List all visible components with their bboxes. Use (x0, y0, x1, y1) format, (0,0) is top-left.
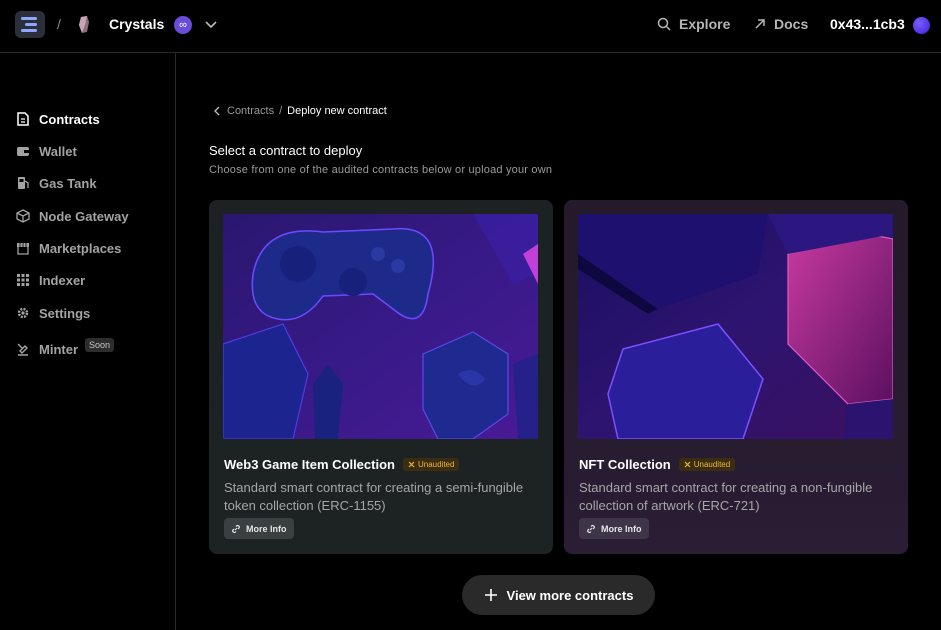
contract-card[interactable]: NFT Collection Unaudited Standard smart … (564, 200, 908, 554)
more-info-label: More Info (601, 523, 642, 534)
sidebar-item-marketplaces[interactable]: Marketplaces (16, 239, 121, 257)
page-subtitle: Choose from one of the audited contracts… (209, 164, 553, 176)
sidebar-item-gas-tank[interactable]: Gas Tank (16, 174, 97, 192)
close-icon (684, 461, 691, 468)
card-description: Standard smart contract for creating a n… (579, 480, 873, 513)
explore-label: Explore (679, 16, 731, 32)
wallet-address[interactable]: 0x43...1cb3 (830, 16, 905, 32)
plus-icon (484, 589, 497, 601)
sidebar-item-minter[interactable]: Minter Soon (16, 338, 115, 358)
breadcrumb-separator: / (57, 16, 61, 32)
account-avatar[interactable] (913, 17, 930, 34)
page-title: Select a contract to deploy (209, 143, 363, 158)
card-title: NFT Collection (579, 457, 671, 472)
contract-card[interactable]: Web3 Game Item Collection Unaudited Stan… (209, 200, 553, 554)
breadcrumb-current: Deploy new contract (287, 105, 387, 117)
breadcrumb-separator: / (279, 105, 283, 117)
unaudited-badge: Unaudited (678, 458, 736, 471)
view-more-label: View more contracts (506, 587, 634, 603)
breadcrumb: Contracts / Deploy new contract (212, 105, 387, 117)
close-icon (408, 461, 415, 468)
card-title-row: Web3 Game Item Collection Unaudited (224, 457, 460, 472)
infinity-icon: ∞ (174, 16, 192, 34)
breadcrumb-parent[interactable]: Contracts (227, 105, 274, 117)
cube-icon (16, 209, 30, 223)
sidebar-item-label: Contracts (39, 111, 100, 127)
wallet-icon (17, 147, 29, 156)
app-logo-icon[interactable] (15, 11, 45, 38)
more-info-label: More Info (246, 523, 287, 534)
crystal-collection-image (578, 214, 893, 439)
sidebar-item-label: Indexer (39, 272, 86, 288)
sidebar-item-node-gateway[interactable]: Node Gateway (16, 207, 129, 225)
sidebar-item-label: Marketplaces (39, 240, 122, 256)
sidebar-item-settings[interactable]: Settings (16, 304, 90, 322)
external-arrow-icon (755, 19, 765, 29)
sidebar-item-label: Settings (39, 305, 91, 321)
view-more-contracts-button[interactable]: View more contracts (462, 575, 655, 615)
sidebar-item-label: Minter (39, 341, 78, 357)
sidebar-item-contracts[interactable]: Contracts (16, 110, 100, 128)
badge-label: Unaudited (693, 460, 731, 469)
top-bar: / Crystals ∞ Explore Docs 0x43...1cb3 (0, 0, 941, 53)
contract-file-icon (17, 112, 29, 126)
project-name[interactable]: Crystals (109, 16, 164, 32)
sidebar-item-indexer[interactable]: Indexer (16, 271, 85, 289)
sidebar-item-label: Wallet (39, 143, 77, 159)
grid-icon (17, 274, 29, 286)
more-info-button[interactable]: More Info (579, 518, 649, 539)
docs-link[interactable]: Docs (754, 16, 808, 32)
docs-label: Docs (774, 16, 809, 32)
soon-badge: Soon (85, 338, 115, 352)
minter-icon (17, 343, 28, 356)
sidebar-item-wallet[interactable]: Wallet (16, 142, 77, 160)
link-icon (587, 524, 595, 533)
badge-label: Unaudited (417, 460, 455, 469)
crystal-icon (79, 16, 89, 33)
sidebar: Contracts Wallet Gas Tank Node Gateway M… (0, 53, 176, 630)
chevron-left-icon[interactable] (212, 106, 222, 116)
more-info-button[interactable]: More Info (224, 518, 294, 539)
gear-icon (17, 307, 29, 319)
explore-link[interactable]: Explore (657, 16, 730, 32)
gas-pump-icon (18, 177, 29, 189)
game-controller-image (223, 214, 538, 439)
chevron-down-icon[interactable] (204, 17, 218, 31)
card-title-row: NFT Collection Unaudited (579, 457, 736, 472)
link-icon (232, 524, 240, 533)
sidebar-item-label: Gas Tank (39, 175, 97, 191)
storefront-icon (17, 243, 29, 255)
sidebar-item-label: Node Gateway (39, 208, 129, 224)
search-icon (657, 17, 671, 31)
card-title: Web3 Game Item Collection (224, 457, 395, 472)
card-description: Standard smart contract for creating a s… (224, 480, 524, 513)
unaudited-badge: Unaudited (402, 458, 460, 471)
